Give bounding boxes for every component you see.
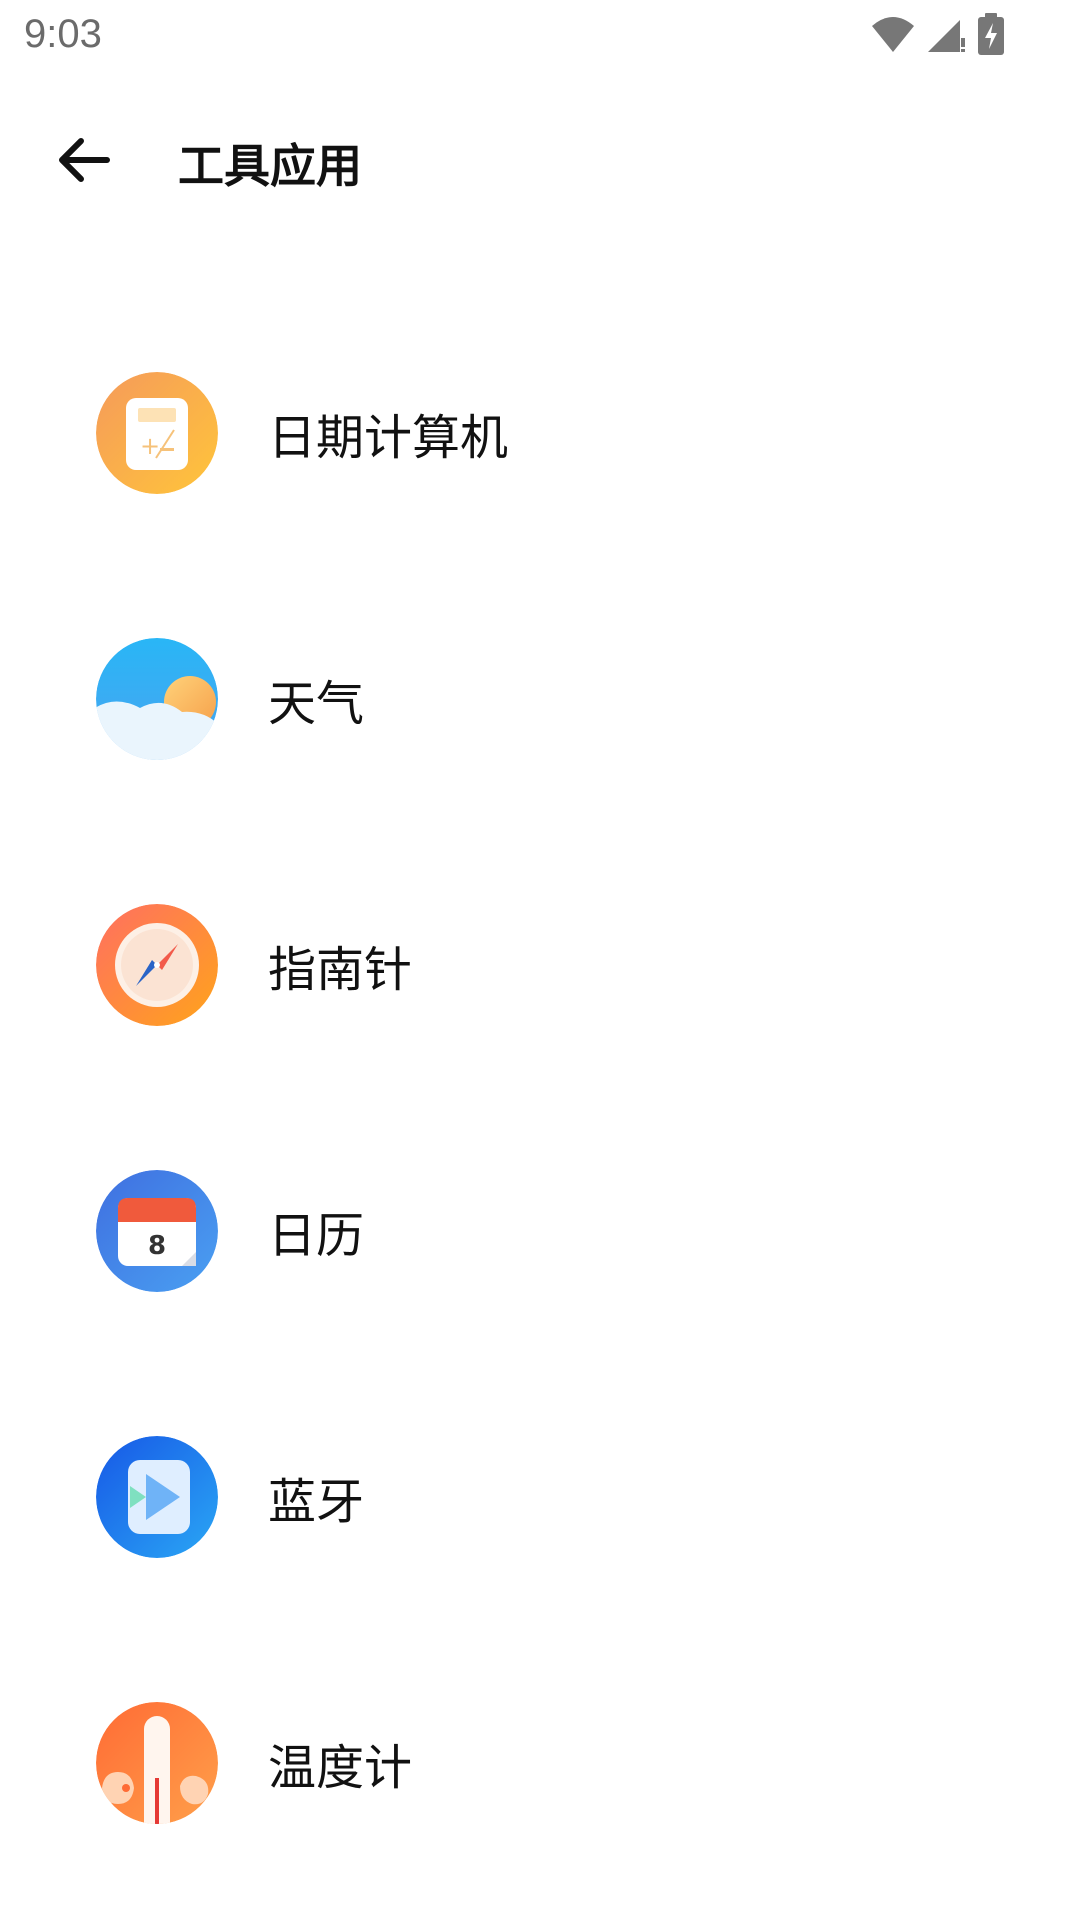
app-list: + 日期计算机 天气 指南针 8 日历 蓝牙 温度计: [0, 300, 1080, 1896]
wifi-icon: [870, 14, 916, 58]
app-bar: 工具应用: [0, 110, 1080, 210]
app-label: 蓝牙: [268, 1474, 365, 1530]
app-label: 天气: [268, 676, 365, 732]
app-label: 温度计: [268, 1740, 413, 1796]
back-button[interactable]: [44, 120, 124, 200]
compass-icon: [96, 904, 218, 1026]
list-item-compass[interactable]: 指南针: [0, 832, 1080, 1098]
calendar-day: 8: [148, 1231, 166, 1261]
status-bar: 9:03: [0, 0, 1080, 72]
status-icons: [870, 12, 1006, 60]
weather-icon: [96, 638, 218, 760]
battery-charging-icon: [976, 12, 1006, 60]
arrow-left-icon: [59, 138, 110, 182]
list-item-bluetooth[interactable]: 蓝牙: [0, 1364, 1080, 1630]
status-time: 9:03: [24, 12, 102, 56]
list-item-calendar[interactable]: 8 日历: [0, 1098, 1080, 1364]
date-calculator-icon: +: [96, 372, 218, 494]
app-label: 日历: [268, 1208, 365, 1264]
list-item-thermometer[interactable]: 温度计: [0, 1630, 1080, 1896]
app-label: 指南针: [268, 942, 413, 998]
bluetooth-icon: [96, 1436, 218, 1558]
calendar-icon: 8: [96, 1170, 218, 1292]
list-item-weather[interactable]: 天气: [0, 566, 1080, 832]
page-title: 工具应用: [178, 139, 362, 193]
list-item-date-calculator[interactable]: + 日期计算机: [0, 300, 1080, 566]
app-label: 日期计算机: [268, 410, 509, 466]
signal-icon: [926, 14, 966, 58]
thermometer-icon: [96, 1702, 218, 1824]
